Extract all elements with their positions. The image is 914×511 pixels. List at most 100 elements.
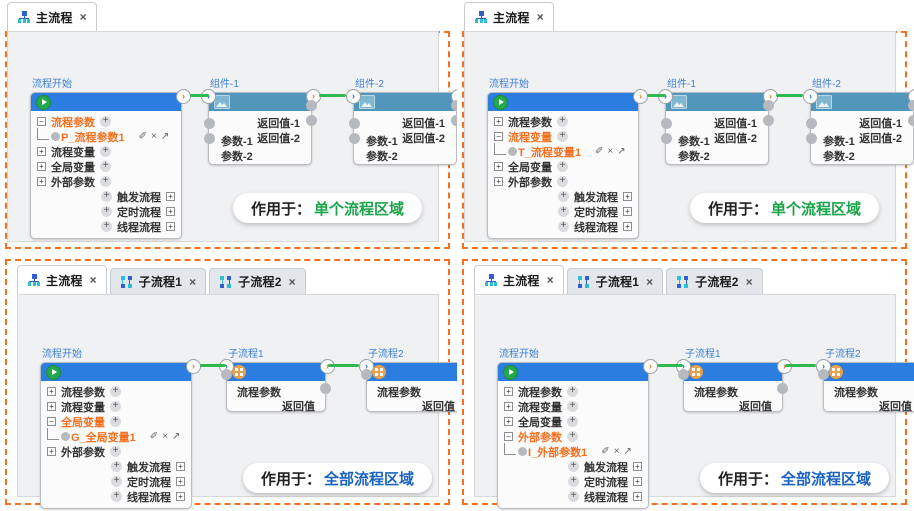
delete-icon[interactable]: × <box>151 131 157 142</box>
expand-timer_flow-icon[interactable]: + <box>633 477 642 486</box>
start-node-box[interactable]: + 流程参数 + + 流程变量 + − 全局变量 + G_全局变量1 ✐ × ↗ + 外部参数 + + 触发流程 +… <box>40 362 192 509</box>
tree-toggle-flow_var[interactable]: + <box>37 147 46 156</box>
add-trigger_flow-button[interactable]: + <box>558 191 569 202</box>
tab-close-icon[interactable]: × <box>80 10 87 24</box>
tree-row-global_var[interactable]: + 全局变量 + <box>488 159 638 174</box>
add-thread_flow-button[interactable]: + <box>101 221 112 232</box>
add-timer_flow-button[interactable]: + <box>558 206 569 217</box>
tree-toggle-external_param[interactable]: + <box>37 177 46 186</box>
tree-row-external_param[interactable]: − 外部参数 + <box>498 429 648 444</box>
tree-row-global_var[interactable]: + 全局变量 + <box>498 414 648 429</box>
tab-close-icon[interactable]: × <box>189 275 196 289</box>
input-port[interactable]: › <box>346 89 361 104</box>
tree-foot-row-trigger_flow[interactable]: + 触发流程 + <box>31 189 181 204</box>
component-node-box[interactable]: 返回值-1 返回值-2 参数-1 参数-2 <box>810 92 914 165</box>
tab-sub-flow-2[interactable]: 子流程2 × <box>209 268 306 294</box>
flow-canvas-bottom-left[interactable]: 流程开始 + 流程参数 + + 流程变量 + − 全局变量 + G_全局变量1 ✐ × ↗ + 外部参数 + + 触… <box>17 294 475 509</box>
tree-toggle-external_param[interactable]: + <box>47 447 56 456</box>
tree-foot-row-timer_flow[interactable]: + 定时流程 + <box>31 204 181 219</box>
tree-foot-row-thread_flow[interactable]: + 线程流程 + <box>488 219 638 234</box>
tree-row-global_var[interactable]: − 全局变量 + <box>41 414 191 429</box>
add-timer_flow-button[interactable]: + <box>101 206 112 217</box>
expand-timer_flow-icon[interactable]: + <box>166 207 175 216</box>
add-global_var-button[interactable]: + <box>557 161 568 172</box>
tree-row-flow_var[interactable]: + 流程变量 + <box>41 399 191 414</box>
add-flow_var-button[interactable]: + <box>100 146 111 157</box>
add-flow_var-button[interactable]: + <box>110 401 121 412</box>
component-node-box[interactable]: 返回值-1 返回值-2 参数-1 参数-2 <box>665 92 769 165</box>
tree-foot-row-trigger_flow[interactable]: + 触发流程 + <box>488 189 638 204</box>
add-timer_flow-button[interactable]: + <box>568 476 579 487</box>
tree-row-global_var[interactable]: + 全局变量 + <box>31 159 181 174</box>
edit-icon[interactable]: ✐ <box>595 146 603 157</box>
tree-toggle-global_var[interactable]: + <box>504 417 513 426</box>
delete-icon[interactable]: × <box>614 446 620 457</box>
tab-sub-flow-1[interactable]: 子流程1 × <box>566 268 664 294</box>
add-external_param-button[interactable]: + <box>100 176 111 187</box>
tree-toggle-flow_param[interactable]: − <box>37 117 46 126</box>
tree-row-flow_param[interactable]: + 流程参数 + <box>488 114 638 129</box>
tree-row-external_param[interactable]: + 外部参数 + <box>31 174 181 189</box>
add-flow_param-button[interactable]: + <box>557 116 568 127</box>
add-thread_flow-button[interactable]: + <box>558 221 569 232</box>
goto-icon[interactable]: ↗ <box>624 446 632 457</box>
tree-toggle-global_var[interactable]: − <box>47 417 56 426</box>
add-global_var-button[interactable]: + <box>110 416 121 427</box>
tree-toggle-flow_var[interactable]: − <box>494 132 503 141</box>
start-node-box[interactable]: + 流程参数 + − 流程变量 + T_流程变量1 ✐ × ↗ + 全局变量 + + 外部参数 + + 触发流程 +… <box>487 92 639 239</box>
add-flow_param-button[interactable]: + <box>567 386 578 397</box>
add-trigger_flow-button[interactable]: + <box>568 461 579 472</box>
tree-toggle-external_param[interactable]: − <box>504 432 513 441</box>
edit-icon[interactable]: ✐ <box>601 446 609 457</box>
play-icon[interactable] <box>493 94 508 110</box>
add-global_var-button[interactable]: + <box>100 161 111 172</box>
component-node-box[interactable]: 返回值-1 返回值-2 参数-1 参数-2 <box>208 92 312 165</box>
tree-toggle-flow_param[interactable]: + <box>504 387 513 396</box>
tree-row-external_param[interactable]: + 外部参数 + <box>488 174 638 189</box>
play-icon[interactable] <box>36 94 51 110</box>
tree-row-flow_param[interactable]: + 流程参数 + <box>498 384 648 399</box>
add-trigger_flow-button[interactable]: + <box>111 461 122 472</box>
tree-toggle-flow_var[interactable]: + <box>47 402 56 411</box>
add-external_param-button[interactable]: + <box>110 446 121 457</box>
tab-close-icon[interactable]: × <box>289 275 296 289</box>
output-port[interactable]: › <box>633 89 648 104</box>
add-global_var-button[interactable]: + <box>567 416 578 427</box>
add-flow_param-button[interactable]: + <box>110 386 121 397</box>
tab-close-icon[interactable]: × <box>746 275 753 289</box>
tab-sub-flow-2[interactable]: 子流程2 × <box>666 268 763 294</box>
expand-trigger_flow-icon[interactable]: + <box>623 192 632 201</box>
expand-trigger_flow-icon[interactable]: + <box>166 192 175 201</box>
tab-close-icon[interactable]: × <box>537 10 544 24</box>
tree-foot-row-thread_flow[interactable]: + 线程流程 + <box>498 489 648 504</box>
tab-main-flow[interactable]: 主流程 × <box>7 2 97 31</box>
tab-close-icon[interactable]: × <box>90 273 97 287</box>
tree-row-flow_var[interactable]: − 流程变量 + <box>488 129 638 144</box>
subflow-node-box[interactable]: 流程参数 返回值 <box>366 362 466 413</box>
delete-icon[interactable]: × <box>162 431 168 442</box>
tree-row-flow_var[interactable]: + 流程变量 + <box>498 399 648 414</box>
component-node-box[interactable]: 返回值-1 返回值-2 参数-1 参数-2 <box>353 92 457 165</box>
expand-thread_flow-icon[interactable]: + <box>176 492 185 501</box>
expand-trigger_flow-icon[interactable]: + <box>633 462 642 471</box>
tree-toggle-flow_param[interactable]: + <box>494 117 503 126</box>
tab-main-flow[interactable]: 主流程 × <box>464 2 554 31</box>
add-flow_var-button[interactable]: + <box>567 401 578 412</box>
tree-row-flow_var[interactable]: + 流程变量 + <box>31 144 181 159</box>
output-port[interactable]: › <box>186 359 201 374</box>
tab-main-flow[interactable]: 主流程 × <box>17 265 107 294</box>
tree-foot-row-timer_flow[interactable]: + 定时流程 + <box>488 204 638 219</box>
expand-thread_flow-icon[interactable]: + <box>166 222 175 231</box>
subflow-node-box[interactable]: 流程参数 返回值 <box>226 362 326 413</box>
add-flow_param-button[interactable]: + <box>100 116 111 127</box>
tree-foot-row-trigger_flow[interactable]: + 触发流程 + <box>498 459 648 474</box>
add-flow_var-button[interactable]: + <box>557 131 568 142</box>
tree-toggle-external_param[interactable]: + <box>494 177 503 186</box>
delete-icon[interactable]: × <box>607 146 613 157</box>
tree-row-external_param[interactable]: + 外部参数 + <box>41 444 191 459</box>
subflow-node-box[interactable]: 流程参数 返回值 <box>823 362 914 413</box>
output-port[interactable]: › <box>176 89 191 104</box>
tab-main-flow[interactable]: 主流程 × <box>474 265 564 294</box>
add-trigger_flow-button[interactable]: + <box>101 191 112 202</box>
tree-toggle-global_var[interactable]: + <box>37 162 46 171</box>
